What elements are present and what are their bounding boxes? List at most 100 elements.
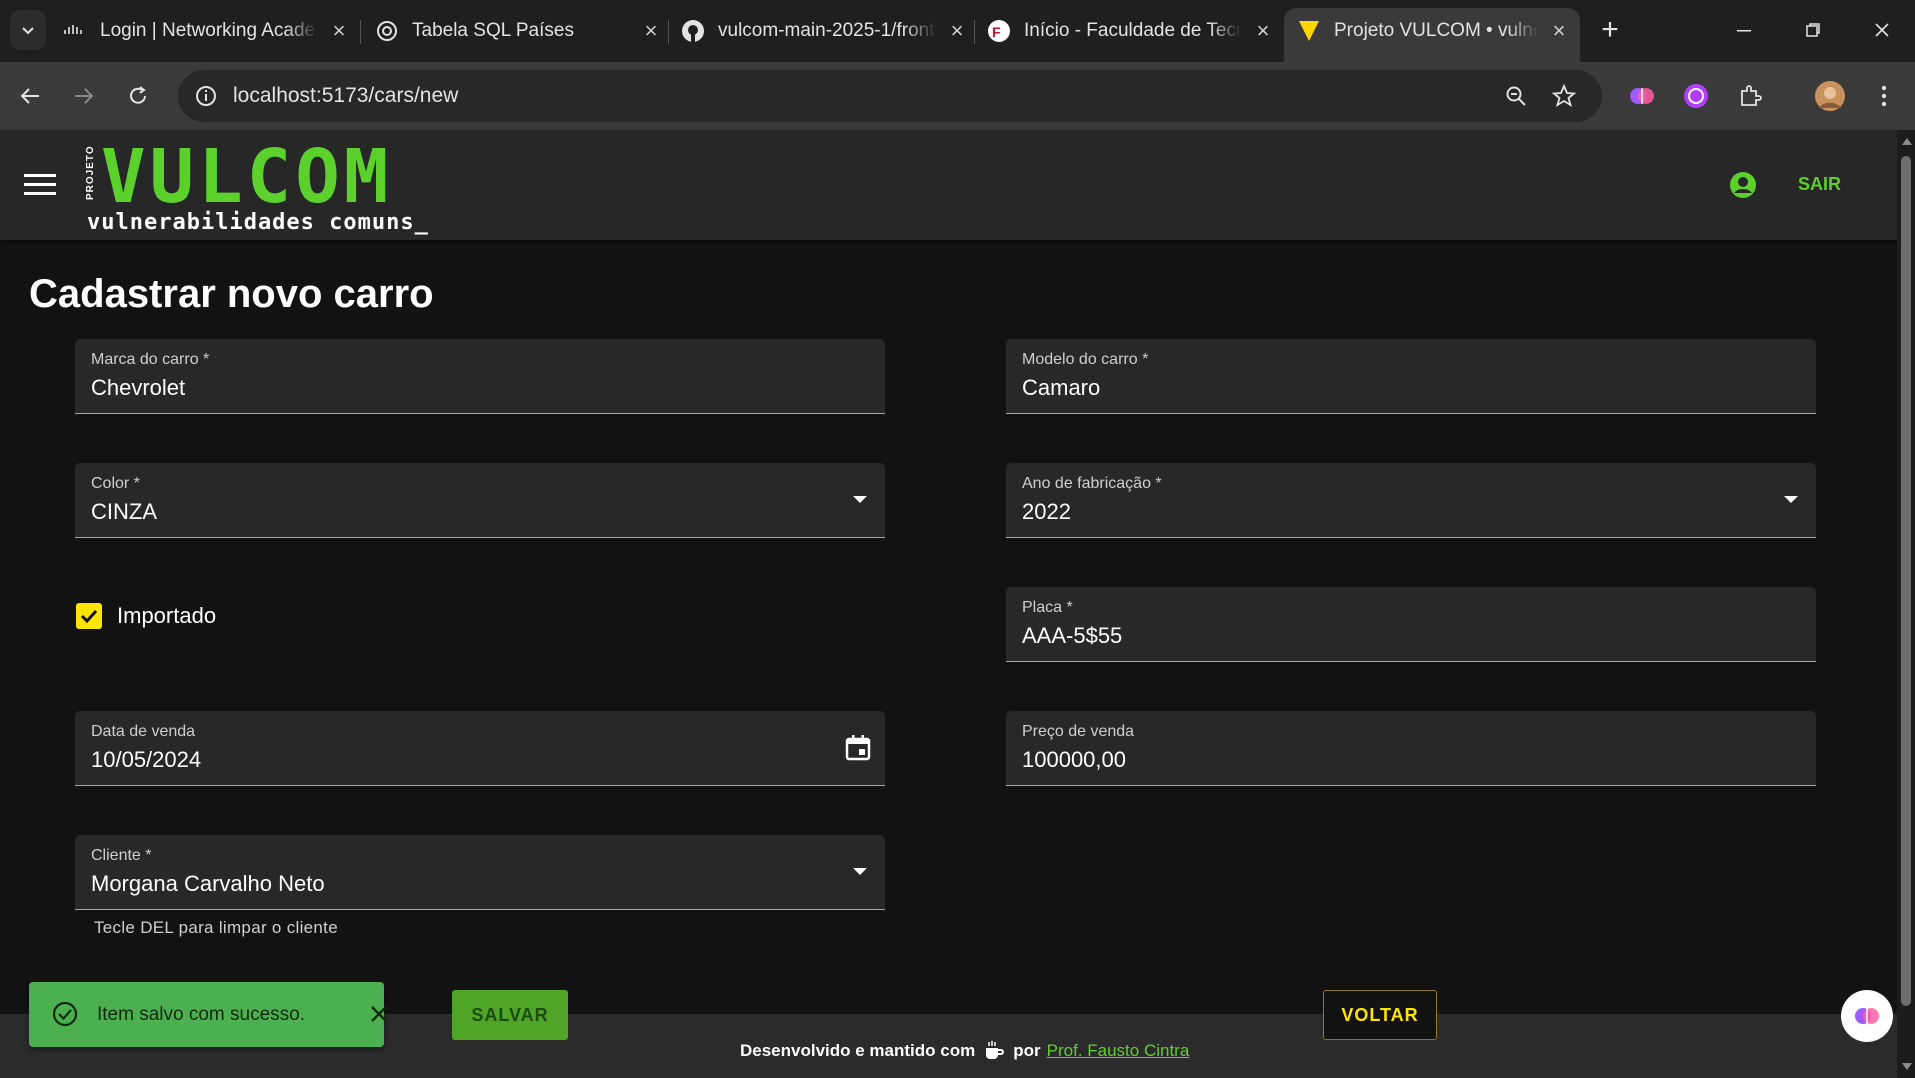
dropdown-arrow-icon[interactable] [1784, 496, 1798, 503]
new-tab-button[interactable]: + [1594, 13, 1626, 46]
extensions-button[interactable] [1732, 78, 1768, 114]
address-bar[interactable]: localhost:5173/cars/new [178, 70, 1602, 122]
page-scrollbar[interactable] [1897, 130, 1915, 1078]
check-circle-icon [52, 1001, 78, 1027]
browser-menu-button[interactable] [1866, 78, 1902, 114]
minimize-icon [1737, 30, 1751, 32]
tab-search-button[interactable] [10, 10, 46, 50]
zoom-icon[interactable] [1504, 84, 1528, 108]
url-text: localhost:5173/cars/new [233, 84, 459, 107]
sale-date-field[interactable]: Data de venda 10/05/2024 [75, 711, 885, 786]
close-icon[interactable]: × [1250, 18, 1276, 44]
footer-credit: Desenvolvido e mantido com por Prof. Fau… [740, 1040, 1189, 1062]
reload-icon [130, 86, 146, 104]
field-value: Chevrolet [91, 375, 186, 400]
customer-select[interactable]: Cliente * Morgana Carvalho Neto [75, 835, 885, 910]
tab-title: Projeto VULCOM • vulnerabilidades [1334, 20, 1538, 41]
footer-by: por [1013, 1041, 1041, 1060]
back-button[interactable]: VOLTAR [1323, 990, 1437, 1040]
close-icon [1875, 23, 1889, 37]
field-value: 2022 [1022, 499, 1071, 524]
extension-circle-icon [1684, 84, 1708, 108]
tab-title: Login | Networking Academy [100, 20, 318, 41]
tab-networking-academy[interactable]: Login | Networking Academy × [62, 8, 352, 54]
color-select[interactable]: Color * CINZA [75, 463, 885, 538]
arrow-right-icon [75, 88, 94, 104]
cisco-icon [62, 18, 88, 44]
imported-label[interactable]: Importado [117, 603, 216, 629]
vulcom-logo[interactable]: PROJETO VULCOM vulnerabilidades comuns_ [85, 140, 505, 235]
back-button[interactable] [12, 78, 48, 114]
field-label: Placa * [1022, 599, 1073, 616]
assistant-fab[interactable] [1841, 990, 1893, 1042]
field-label: Ano de fabricação * [1022, 475, 1162, 492]
extension-purple-button[interactable] [1678, 78, 1714, 114]
footer-text: Desenvolvido e mantido com [740, 1041, 976, 1060]
arrow-left-icon [20, 88, 39, 104]
menu-icon[interactable] [24, 174, 56, 198]
field-label: Color * [91, 475, 140, 492]
tab-title: Tabela SQL Países [412, 20, 574, 41]
dropdown-arrow-icon[interactable] [853, 868, 867, 875]
tab-title: vulcom-main-2025-1/front [718, 20, 935, 41]
bookmark-star-icon[interactable] [1552, 84, 1576, 108]
close-icon[interactable] [367, 1002, 391, 1026]
logo-letters: VULCOM [101, 134, 393, 220]
brain-icon [1630, 88, 1654, 104]
forward-button[interactable] [66, 78, 102, 114]
scroll-down-arrow[interactable] [1902, 1063, 1912, 1070]
field-label: Marca do carro * [91, 351, 210, 368]
brand-field[interactable]: Marca do carro * Chevrolet [75, 339, 885, 414]
browser-toolbar: localhost:5173/cars/new [0, 62, 1915, 130]
extension-brain-button[interactable] [1624, 78, 1660, 114]
puzzle-icon [1741, 85, 1762, 106]
info-icon[interactable] [194, 84, 218, 108]
model-field[interactable]: Modelo do carro * Camaro [1006, 339, 1816, 414]
chevron-down-icon [22, 27, 34, 35]
coffee-icon [986, 1041, 1005, 1059]
field-value: AAA-5$55 [1022, 623, 1123, 648]
openai-icon [374, 18, 400, 44]
scrollbar-thumb[interactable] [1901, 156, 1911, 1006]
field-label: Modelo do carro * [1022, 351, 1149, 368]
page-title: Cadastrar novo carro [29, 272, 434, 316]
svg-text:F: F [992, 24, 1001, 40]
close-icon[interactable]: × [638, 18, 664, 44]
tab-faculdade[interactable]: F Início - Faculdade de Tecnologia × [986, 8, 1276, 54]
tab-github-repo[interactable]: vulcom-main-2025-1/front × [680, 8, 970, 54]
plate-field[interactable]: Placa * AAA-5$55 [1006, 587, 1816, 662]
logout-button[interactable]: SAIR [1798, 174, 1841, 195]
tab-vulcom-active[interactable]: Projeto VULCOM • vulnerabilidades × [1284, 8, 1580, 62]
reload-button[interactable] [120, 78, 156, 114]
logo-small-text: PROJETO [85, 145, 96, 200]
tab-separator [974, 20, 975, 44]
vulcom-icon [1296, 18, 1322, 44]
imported-checkbox[interactable] [76, 603, 102, 629]
calendar-icon[interactable] [843, 733, 873, 763]
close-window-button[interactable] [1862, 14, 1902, 46]
field-value: 100000,00 [1022, 747, 1126, 772]
fatec-icon: F [986, 18, 1012, 44]
year-select[interactable]: Ano de fabricação * 2022 [1006, 463, 1816, 538]
tab-separator [668, 20, 669, 44]
tab-separator [360, 20, 361, 44]
close-icon[interactable]: × [944, 18, 970, 44]
field-label: Preço de venda [1022, 723, 1135, 740]
app-header: PROJETO VULCOM vulnerabilidades comuns_ … [0, 130, 1897, 240]
close-icon[interactable]: × [326, 18, 352, 44]
sale-price-field[interactable]: Preço de venda 100000,00 [1006, 711, 1816, 786]
author-link[interactable]: Prof. Fausto Cintra [1047, 1041, 1190, 1061]
field-value: CINZA [91, 499, 157, 524]
close-icon[interactable]: × [1546, 18, 1572, 44]
dropdown-arrow-icon[interactable] [853, 496, 867, 503]
avatar [1815, 81, 1845, 111]
restore-icon [1806, 23, 1820, 37]
save-button[interactable]: SALVAR [452, 990, 568, 1040]
scroll-up-arrow[interactable] [1902, 138, 1912, 145]
minimize-button[interactable] [1724, 14, 1764, 46]
account-circle-icon[interactable] [1728, 170, 1758, 200]
field-label: Data de venda [91, 723, 196, 740]
tab-tabela-sql[interactable]: Tabela SQL Países × [374, 8, 664, 54]
restore-button[interactable] [1793, 14, 1833, 46]
profile-button[interactable] [1812, 78, 1848, 114]
